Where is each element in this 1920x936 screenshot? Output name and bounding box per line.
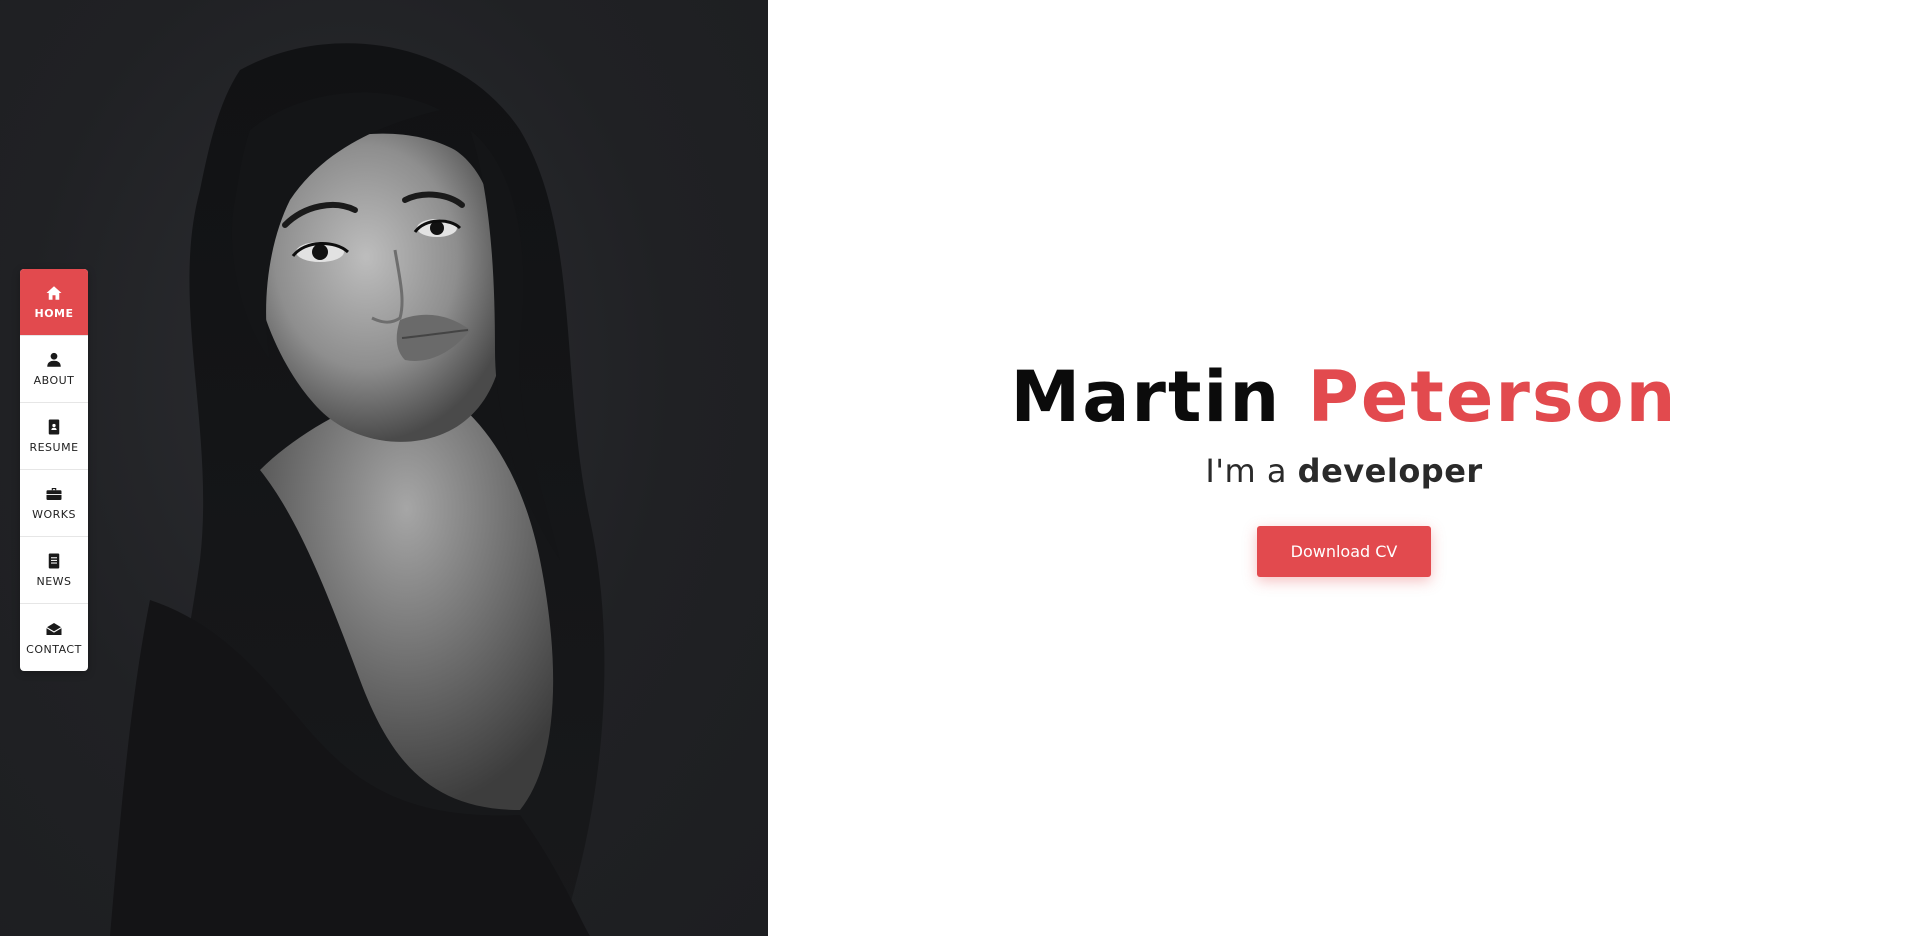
id-card-icon xyxy=(48,419,60,435)
nav-label-news: NEWS xyxy=(36,575,72,588)
nav-label-about: ABOUT xyxy=(33,374,75,387)
nav-label-contact: CONTACT xyxy=(26,642,82,656)
nav-item-home[interactable]: HOME xyxy=(20,269,88,336)
role-prefix: I'm a xyxy=(1205,452,1287,490)
envelope-icon xyxy=(46,622,62,635)
nav-item-resume[interactable]: RESUME xyxy=(20,403,88,470)
hero-role: I'm a developer xyxy=(768,446,1920,496)
briefcase-icon xyxy=(46,488,62,500)
user-icon xyxy=(47,352,61,367)
role-word: developer xyxy=(1297,452,1483,490)
hero-panel: Martin Peterson I'm a developer Download… xyxy=(768,0,1920,936)
nav-item-works[interactable]: WORKS xyxy=(20,470,88,537)
hero-name: Martin Peterson xyxy=(768,352,1920,442)
nav-item-contact[interactable]: CONTACT xyxy=(20,604,88,671)
nav-item-about[interactable]: ABOUT xyxy=(20,336,88,403)
document-icon xyxy=(48,553,60,569)
first-name: Martin xyxy=(1010,356,1282,438)
portrait-panel: HOME ABOUT RESUME WORKS NEWS CONTACT xyxy=(0,0,768,936)
last-name: Peterson xyxy=(1307,356,1678,438)
nav-item-news[interactable]: NEWS xyxy=(20,537,88,604)
page: HOME ABOUT RESUME WORKS NEWS CONTACT Mar… xyxy=(0,0,1920,936)
portrait-image xyxy=(110,43,605,936)
nav-label-resume: RESUME xyxy=(29,441,79,454)
nav-label-works: WORKS xyxy=(32,508,76,521)
hero-inner: Martin Peterson I'm a developer Download… xyxy=(768,352,1920,577)
download-cv-button[interactable]: Download CV xyxy=(1257,526,1431,577)
nav-label-home: HOME xyxy=(34,307,74,320)
side-nav: HOME ABOUT RESUME WORKS NEWS CONTACT xyxy=(20,269,88,671)
home-icon xyxy=(46,286,62,300)
hero: Martin Peterson I'm a developer Download… xyxy=(768,352,1920,577)
